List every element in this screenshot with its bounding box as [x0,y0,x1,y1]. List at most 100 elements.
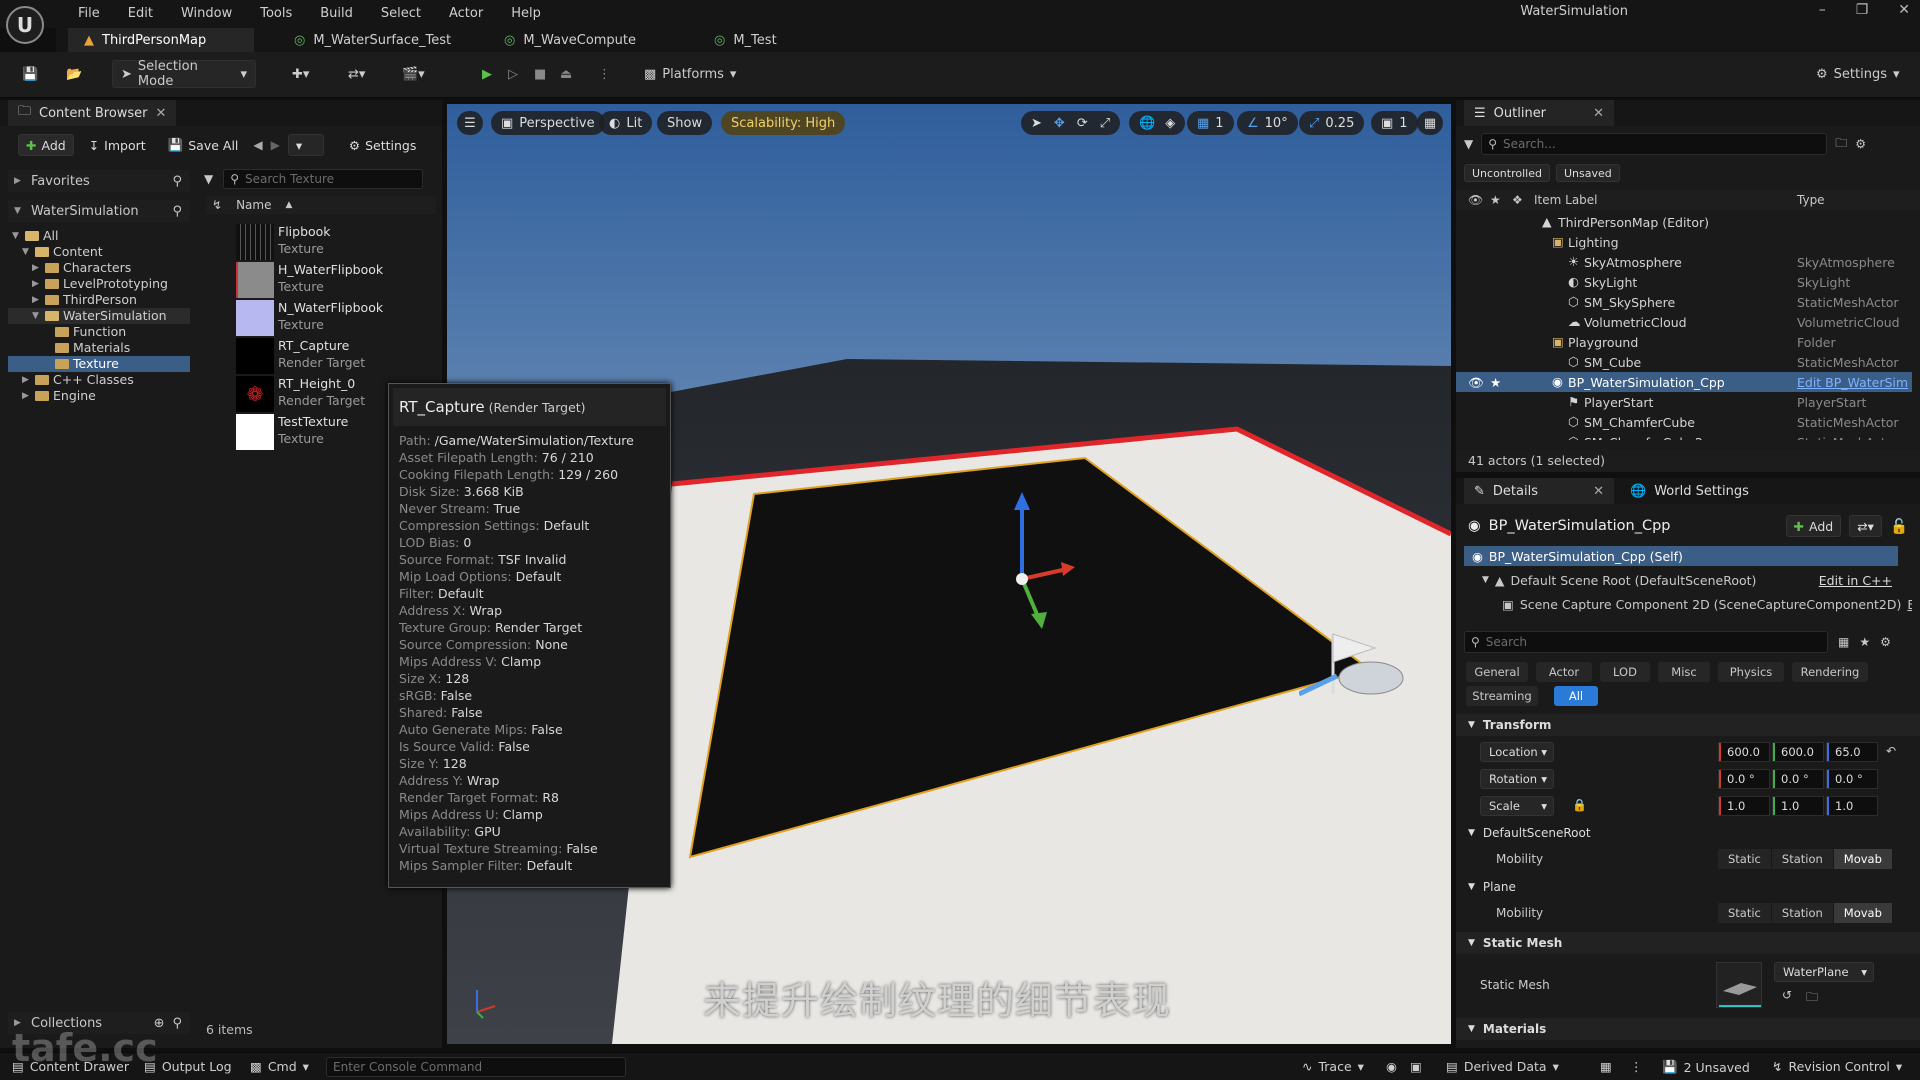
filter-icon[interactable]: ▼ [204,172,213,186]
tree-item-levelprototyping[interactable]: ▶ LevelPrototyping [8,276,190,292]
mobility-movable[interactable]: Movab [1833,849,1893,869]
move-icon[interactable]: ✥ [1054,116,1065,131]
stop-icon[interactable]: ■ [526,60,554,88]
add-component-button[interactable]: ✚ Add [1785,515,1842,537]
asset-item[interactable]: H_WaterFlipbook Texture [236,262,436,298]
location-x-field[interactable]: 600.0 [1718,742,1770,762]
world-settings-tab[interactable]: 🌐 World Settings [1620,478,1759,504]
tree-item-content[interactable]: ▼ Content [8,244,190,260]
browser-settings-button[interactable]: ⚙ Settings [342,134,424,156]
add-actor-icon[interactable]: ✚▾ [284,60,317,88]
lock-icon[interactable]: 🔒 [1572,798,1587,812]
asset-item[interactable]: Flipbook Texture [236,224,436,260]
static-mesh-dropdown[interactable]: WaterPlane ▾ [1774,962,1874,982]
component-scene-capture[interactable]: ▣ Scene Capture Component 2D (SceneCaptur… [1464,594,1912,614]
show-button[interactable]: Show [657,111,713,135]
restore-icon[interactable]: ❐ [1856,2,1869,18]
cmd-dropdown[interactable]: ▩ Cmd ▾ [250,1059,309,1074]
outliner-row[interactable]: ⬡ SM_ChamferCube StaticMeshActor [1456,412,1912,432]
component-default-scene-root[interactable]: ▼ ▲ Default Scene Root (DefaultSceneRoot) … [1464,570,1898,590]
menu-help[interactable]: Help [497,3,555,25]
tab-m-wavecompute[interactable]: ◎ M_WaveCompute [488,28,678,52]
rotation-y-field[interactable]: 0.0 ° [1772,769,1824,789]
browse-icon[interactable]: 🗀 [1806,988,1818,1009]
close-icon[interactable]: ✕ [1898,2,1910,18]
unsaved-chip[interactable]: Unsaved [1555,164,1620,182]
platforms-button[interactable]: ▩ Platforms ▾ [636,60,744,88]
viewport-menu-button[interactable]: ☰ [457,111,483,135]
revision-control-button[interactable]: ↯ Revision Control ▾ [1772,1059,1902,1074]
uncontrolled-chip[interactable]: Uncontrolled [1464,164,1550,182]
menu-window[interactable]: Window [167,3,246,25]
item-label-column[interactable]: Item Label [1534,193,1598,207]
scale-z-field[interactable]: 1.0 [1826,796,1878,816]
outliner-row[interactable]: ☀ SkyAtmosphere SkyAtmosphere [1456,252,1912,272]
tree-item-cpp-classes[interactable]: ▶ C++ Classes [8,372,190,388]
perspective-button[interactable]: ▣ Perspective [491,111,605,135]
more-icon[interactable]: ⋮ [590,60,619,88]
location-z-field[interactable]: 65.0 [1826,742,1878,762]
asset-item[interactable]: N_WaterFlipbook Texture [236,300,436,336]
asset-search-input[interactable]: ⚲ Search Texture [223,169,424,189]
search-icon[interactable]: ⚲ [172,174,182,189]
mobility-stationary[interactable]: Station [1771,849,1834,869]
outliner-row[interactable]: ⚑ PlayerStart PlayerStart [1456,392,1912,412]
content-browser-tab[interactable]: 🗀 Content Browser ✕ [8,100,177,126]
outliner-row[interactable]: ☁ VolumetricCloud VolumetricCloud [1456,312,1912,332]
tab-m-test[interactable]: ◎ M_Test [698,28,848,52]
edit-in-cpp-link[interactable]: Edit in C++ [1819,573,1892,588]
tree-item-thirdperson[interactable]: ▶ ThirdPerson [8,292,190,308]
gear-icon[interactable]: ⚙ [1880,635,1891,649]
blueprint-icon[interactable]: ⇄▾ [340,60,373,88]
outliner-row[interactable]: ⬡ SM_ChamferCube2 StaticMeshActor [1456,432,1912,440]
category-general[interactable]: General [1466,662,1528,682]
location-y-field[interactable]: 600.0 [1772,742,1824,762]
outliner-row[interactable]: ▣ Playground Folder [1456,332,1912,352]
category-rendering[interactable]: Rendering [1792,662,1868,682]
screenshot-icon[interactable]: ▣ [1410,1059,1422,1074]
gear-icon[interactable]: ⚙ [1855,137,1866,151]
scale-y-field[interactable]: 1.0 [1772,796,1824,816]
step-icon[interactable]: ▷ [500,60,526,88]
path-dropdown[interactable]: ▾ [287,134,324,156]
component-self[interactable]: ◉ BP_WaterSimulation_Cpp (Self) [1464,546,1898,566]
location-dropdown[interactable]: Location ▾ [1480,742,1554,762]
category-actor[interactable]: Actor [1536,662,1592,682]
rotation-dropdown[interactable]: Rotation ▾ [1480,769,1554,789]
star-icon[interactable]: ★ [1490,375,1501,390]
eject-icon[interactable]: ⏏ [552,60,580,88]
lock-icon[interactable]: 🔓 [1890,518,1908,535]
reset-icon[interactable]: ↶ [1886,744,1896,758]
cinematics-icon[interactable]: 🎬▾ [394,60,433,88]
scale-dropdown[interactable]: Scale ▾ [1480,796,1554,816]
search-icon[interactable]: ⚲ [172,1016,182,1031]
category-physics[interactable]: Physics [1718,662,1784,682]
unsaved-button[interactable]: 💾 2 Unsaved [1662,1059,1750,1075]
project-header[interactable]: ▼ WaterSimulation ⚲ [8,200,190,222]
forward-icon[interactable]: ▶ [271,138,280,152]
type-column[interactable]: Type [1797,193,1825,207]
unreal-logo[interactable]: U [6,6,44,44]
rotation-snap-button[interactable]: ∠ 10° [1237,111,1298,135]
outliner-row[interactable]: ⬡ SM_Cube StaticMeshActor [1456,352,1912,372]
camera-speed-button[interactable]: ▣ 1 [1371,111,1418,135]
blueprint-options-button[interactable]: ⇄▾ [1849,515,1882,537]
menu-select[interactable]: Select [367,3,435,25]
browse-icon[interactable]: 📂 [58,60,90,88]
record-icon[interactable]: ◉ [1386,1059,1397,1074]
close-tab-icon[interactable]: ✕ [1593,106,1604,121]
category-lod[interactable]: LOD [1600,662,1650,682]
static-mesh-thumbnail[interactable] [1716,962,1762,1008]
close-tab-icon[interactable]: ✕ [156,106,167,121]
edit-link[interactable]: Ed [1907,597,1912,612]
mobility-stationary[interactable]: Station [1771,903,1834,923]
minimize-icon[interactable]: – [1819,2,1826,18]
save-icon[interactable]: 💾 [14,60,46,88]
select-icon[interactable]: ➤ [1031,116,1042,131]
plane-section[interactable]: ▼ Plane [1456,876,1920,898]
import-button[interactable]: ↧ Import [82,134,153,156]
search-icon[interactable]: ⚲ [172,204,182,219]
chart-icon[interactable]: ▦ [1600,1059,1612,1074]
trace-button[interactable]: ∿ Trace ▾ [1302,1059,1364,1074]
transform-gizmo[interactable] [967,484,1077,644]
